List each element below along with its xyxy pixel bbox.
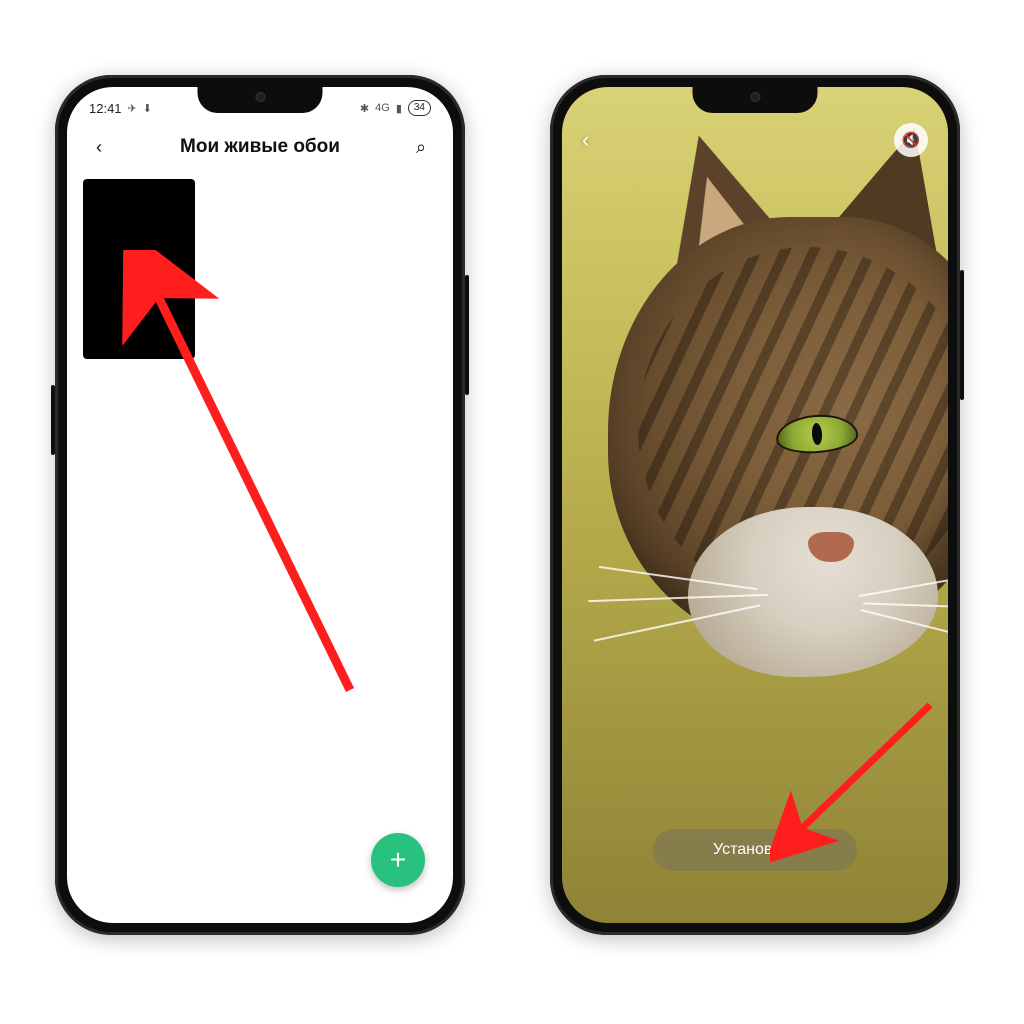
search-button[interactable]: ⌕ bbox=[407, 133, 435, 161]
battery-pill: 34 bbox=[408, 100, 431, 116]
bluetooth-icon: ✱ bbox=[360, 102, 369, 115]
back-button[interactable]: ‹ bbox=[85, 133, 113, 161]
network-label: 4G bbox=[375, 102, 390, 114]
apply-label: Установить bbox=[713, 841, 797, 858]
download-icon: ⬇ bbox=[143, 102, 152, 115]
add-wallpaper-fab[interactable]: + bbox=[371, 833, 425, 887]
phone-frame-left: 12:41 ✈ ⬇ ✱ 4G ▮ 34 ‹ Мои живые обои ⌕ bbox=[55, 75, 465, 935]
status-time: 12:41 bbox=[89, 101, 122, 116]
notch bbox=[693, 87, 818, 113]
chevron-left-icon: ‹ bbox=[96, 137, 102, 158]
signal-icon: ▮ bbox=[396, 102, 402, 115]
wallpaper-preview[interactable] bbox=[562, 87, 948, 923]
mute-button[interactable]: 🔇 bbox=[894, 123, 928, 157]
wallpaper-thumbnail[interactable] bbox=[83, 179, 195, 359]
send-icon: ✈ bbox=[128, 102, 137, 115]
phone-frame-right: ‹ 🔇 Установить bbox=[550, 75, 960, 935]
search-icon: ⌕ bbox=[416, 137, 426, 158]
chevron-left-icon: ‹ bbox=[582, 127, 589, 152]
plus-icon: + bbox=[390, 844, 406, 876]
wallpaper-grid bbox=[67, 171, 453, 367]
screen-right: ‹ 🔇 Установить bbox=[562, 87, 948, 923]
back-button[interactable]: ‹ bbox=[582, 127, 589, 153]
cat-image bbox=[578, 127, 948, 747]
app-header: ‹ Мои живые обои ⌕ bbox=[67, 119, 453, 171]
apply-wallpaper-button[interactable]: Установить bbox=[653, 829, 857, 871]
screen-left: 12:41 ✈ ⬇ ✱ 4G ▮ 34 ‹ Мои живые обои ⌕ bbox=[67, 87, 453, 923]
mute-icon: 🔇 bbox=[902, 131, 921, 149]
page-title: Мои живые обои bbox=[180, 136, 340, 158]
notch bbox=[198, 87, 323, 113]
